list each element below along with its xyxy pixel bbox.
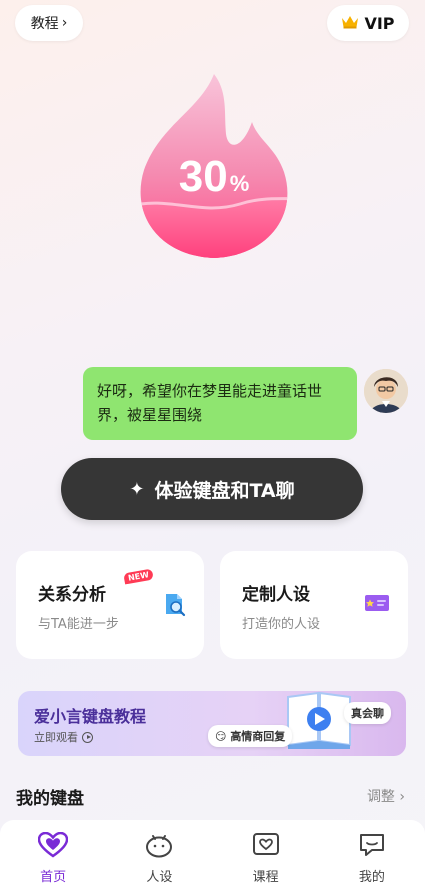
document-search-icon [164, 593, 186, 621]
chat-message: 好呀，希望你在梦里能走进童话世界，被星星围绕 [97, 382, 323, 424]
crown-icon [341, 14, 359, 33]
chat-bubble-icon [357, 832, 387, 862]
tab-mine[interactable]: 我的 [319, 820, 425, 888]
chevron-right-icon: › [61, 15, 68, 31]
meter-unit: % [229, 171, 250, 196]
try-keyboard-chat-button[interactable]: ✦ 体验键盘和TA聊 [61, 458, 363, 520]
meter-number: 30 [178, 152, 228, 201]
tab-label: 课程 [252, 870, 279, 885]
emoji-icon: 😏 [215, 730, 227, 743]
tag-high-eq-reply: 😏 高情商回复 [208, 725, 293, 747]
meter-value: 30% [130, 152, 298, 202]
tag-text: 真会聊 [351, 707, 384, 720]
card-title: 定制人设 [242, 585, 310, 605]
play-circle-icon [82, 731, 93, 743]
card-subtitle: 打造你的人设 [242, 617, 321, 632]
avatar[interactable] [364, 369, 408, 413]
intimacy-flame-meter: 30% [130, 70, 298, 260]
course-book-icon [251, 832, 281, 862]
chevron-right-icon: › [399, 789, 405, 805]
heart-home-icon [37, 831, 69, 862]
tab-home[interactable]: 首页 [0, 820, 106, 888]
adjust-label: 调整 [366, 789, 395, 805]
new-badge: NEW [123, 568, 154, 585]
banner-title: 爱小言键盘教程 [34, 707, 147, 726]
bottom-tab-bar: 首页 人设 课程 我的 [0, 820, 425, 888]
custom-persona-card[interactable]: 定制人设 打造你的人设 [220, 551, 408, 659]
card-subtitle: 与TA能进一步 [38, 617, 119, 632]
tab-label: 首页 [40, 870, 67, 885]
persona-face-icon [144, 832, 174, 862]
watch-now-link[interactable]: 立即观看 [34, 729, 93, 745]
tab-persona[interactable]: 人设 [106, 820, 212, 888]
relationship-analysis-card[interactable]: 关系分析 NEW 与TA能进一步 [16, 551, 204, 659]
tab-courses[interactable]: 课程 [213, 820, 319, 888]
vip-button[interactable]: VIP [327, 5, 409, 41]
tutorial-label: 教程 [30, 16, 59, 32]
vip-label: VIP [364, 13, 395, 33]
section-title: 我的键盘 [16, 789, 84, 809]
tag-text: 高情商回复 [230, 730, 286, 743]
cta-label: 体验键盘和TA聊 [154, 479, 295, 502]
chat-bubble: 好呀，希望你在梦里能走进童话世界，被星星围绕 [83, 367, 357, 440]
video-book-icon [284, 689, 354, 755]
tab-label: 人设 [146, 870, 173, 885]
adjust-button[interactable]: 调整 › [367, 786, 405, 806]
tag-really-chat: 真会聊 [344, 702, 391, 724]
id-card-icon [364, 593, 390, 617]
tutorial-button[interactable]: 教程 › [15, 5, 83, 41]
tutorial-banner[interactable]: 爱小言键盘教程 立即观看 😏 高情商回复 真会聊 [18, 691, 406, 756]
banner-subtitle: 立即观看 [34, 731, 78, 744]
card-title: 关系分析 [38, 585, 106, 605]
sparkle-icon: ✦ [129, 478, 145, 500]
tab-label: 我的 [358, 870, 385, 885]
